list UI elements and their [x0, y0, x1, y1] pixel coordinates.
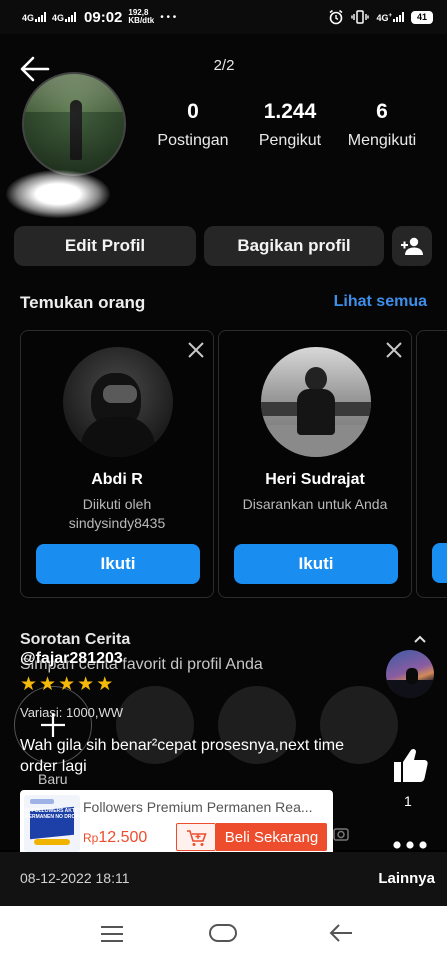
battery-icon: 41 [410, 10, 433, 24]
review-date: 08-12-2022 18:11 [20, 870, 130, 886]
follow-button[interactable]: Ikuti [36, 544, 200, 584]
right-network-type: 4G+ [376, 13, 392, 23]
discover-people-title: Temukan orang [20, 293, 146, 312]
signal-3-icon: 4G+ [376, 12, 404, 23]
chevron-up-icon[interactable] [414, 634, 426, 644]
product-title: Followers Premium Permanen Rea... [83, 799, 313, 815]
network-type-2: 4G [52, 13, 65, 23]
system-nav-bar [0, 906, 447, 960]
stat-followers[interactable]: 1.244 Pengikut [252, 100, 328, 150]
share-profile-button[interactable]: Bagikan profil [204, 226, 384, 266]
stat-posts[interactable]: 0 Postingan [157, 100, 228, 150]
suggestion-card: Heri Sudrajat Disarankan untuk Anda Ikut… [218, 330, 412, 598]
back-icon[interactable] [328, 922, 354, 944]
buy-now-button[interactable]: Beli Sekarang [216, 823, 327, 851]
signal-1-icon: 4G [22, 12, 47, 23]
add-to-cart-button[interactable] [176, 823, 216, 851]
reviewer-username: @fajar281203 [20, 650, 123, 667]
network-type-1: 4G [22, 13, 35, 23]
follow-button[interactable]: Ikuti [234, 544, 398, 584]
suggestion-avatar[interactable] [261, 347, 371, 457]
network-speed: 192,8 KB/dtk [128, 9, 154, 25]
suggestion-card: Abdi R Diikuti oleh sindysindy8435 Ikuti [20, 330, 214, 598]
discover-people-button[interactable] [392, 226, 432, 266]
stat-followers-label: Pengikut [258, 132, 322, 149]
product-thumbnail-text: #1 FOLLOWERS AKTIF PERMANEN NO DROP [24, 808, 80, 820]
image-pager: 2/2 [213, 57, 235, 74]
star-icon: ★ [58, 674, 76, 695]
alarm-icon [329, 9, 343, 25]
stat-posts-value: 0 [187, 100, 199, 123]
reviewer-avatar[interactable] [386, 650, 434, 698]
more-button[interactable]: Lainnya [378, 870, 435, 887]
status-bar: 4G 4G 09:02 192,8 KB/dtk • • • 4G+ 41 [0, 0, 447, 34]
star-icon: ★ [39, 674, 57, 695]
suggestion-reason: Diikuti oleh sindysindy8435 [68, 496, 166, 531]
edit-profile-button[interactable]: Edit Profil [14, 226, 196, 266]
close-icon[interactable] [187, 341, 205, 359]
star-icon: ★ [77, 674, 95, 695]
add-person-icon [401, 237, 423, 255]
notification-dots: • • • [160, 11, 177, 23]
highlights-title: Sorotan Cerita [20, 631, 131, 648]
suggestion-avatar[interactable] [63, 347, 173, 457]
review-text: Wah gila sih benar²cepat prosesnya,next … [20, 737, 345, 775]
follow-button-partial[interactable] [432, 543, 447, 583]
speed-unit: KB/dtk [128, 16, 155, 25]
star-icon: ★ [20, 674, 38, 695]
menu-icon[interactable] [99, 924, 125, 944]
star-icon: ★ [96, 674, 114, 695]
stat-following[interactable]: 6 Mengikuti [346, 100, 418, 150]
clock: 09:02 [84, 8, 123, 26]
stat-following-label: Mengikuti [347, 132, 417, 149]
stat-following-value: 6 [376, 100, 388, 123]
redacted-username-scribble [6, 170, 110, 218]
close-icon[interactable] [385, 341, 403, 359]
product-ad-card[interactable]: #1 FOLLOWERS AKTIF PERMANEN NO DROP Foll… [20, 790, 333, 857]
home-icon[interactable] [208, 922, 238, 944]
vibrate-icon [351, 10, 370, 24]
suggestion-name: Heri Sudrajat [265, 471, 365, 488]
product-thumbnail: #1 FOLLOWERS AKTIF PERMANEN NO DROP [24, 795, 80, 852]
review-variant: Variasi: 1000,WW [20, 705, 124, 720]
camera-icon [333, 828, 349, 841]
profile-avatar[interactable] [22, 72, 126, 176]
product-price: Rp12.500 [83, 829, 148, 846]
signal-2-icon: 4G [52, 12, 77, 23]
rating-stars: ★ ★ ★ ★ ★ [20, 675, 113, 694]
cart-icon [187, 830, 207, 846]
like-count: 1 [404, 793, 412, 809]
thumbs-up-icon[interactable] [391, 746, 429, 784]
stat-posts-label: Postingan [157, 132, 229, 149]
more-options-icon[interactable] [392, 840, 428, 850]
suggestion-reason: Disarankan untuk Anda [242, 496, 388, 512]
see-all-link[interactable]: Lihat semua [334, 293, 427, 311]
suggestion-name: Abdi R [91, 471, 143, 488]
stat-followers-value: 1.244 [263, 100, 317, 123]
